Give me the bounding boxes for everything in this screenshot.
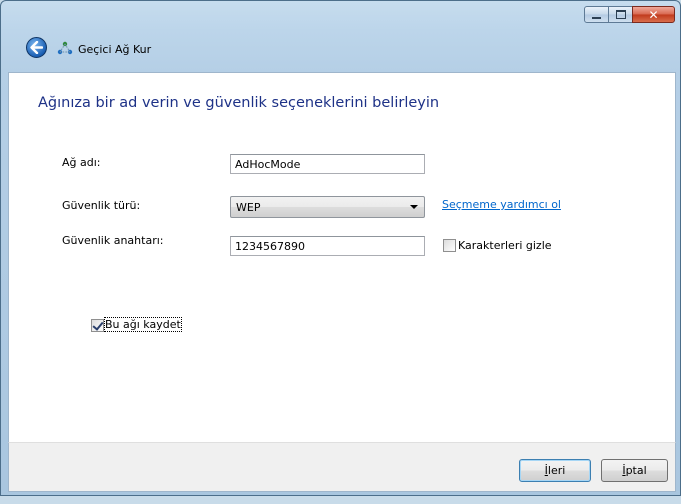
close-icon: ✕ bbox=[648, 7, 659, 22]
security-type-label: Güvenlik türü: bbox=[62, 199, 141, 212]
network-name-label: Ağ adı: bbox=[62, 156, 101, 169]
page-heading: Ağınıza bir ad verin ve güvenlik seçenek… bbox=[38, 95, 440, 111]
hide-characters-checkbox[interactable] bbox=[443, 239, 456, 252]
cancel-button-label: ptal bbox=[625, 464, 647, 477]
minimize-icon bbox=[592, 16, 601, 19]
close-button[interactable]: ✕ bbox=[632, 6, 675, 23]
hide-characters-label: Karakterleri gizle bbox=[458, 239, 552, 252]
wizard-window: ✕ Geçici Ağ Kur Ağınıza bir ad verin ve … bbox=[0, 0, 681, 496]
cancel-button[interactable]: İptal bbox=[601, 459, 668, 482]
chevron-down-icon bbox=[410, 205, 418, 209]
security-key-input[interactable]: 1234567890 bbox=[230, 236, 425, 256]
back-arrow-icon bbox=[30, 41, 43, 54]
wizard-content: Ağınıza bir ad verin ve güvenlik seçenek… bbox=[8, 72, 676, 443]
network-name-input[interactable]: AdHocMode bbox=[230, 154, 425, 174]
help-me-choose-link[interactable]: Seçmeme yardımcı ol bbox=[442, 198, 561, 211]
back-button[interactable] bbox=[26, 37, 47, 58]
security-type-select[interactable]: WEP bbox=[230, 196, 425, 218]
maximize-icon bbox=[615, 10, 626, 19]
save-network-checkbox[interactable] bbox=[91, 319, 104, 332]
maximize-button[interactable] bbox=[608, 6, 633, 23]
next-button-label: leri bbox=[547, 464, 566, 477]
minimize-button[interactable] bbox=[584, 6, 609, 23]
security-key-label: Güvenlik anahtarı: bbox=[62, 234, 164, 247]
wizard-footer: İleri İptal bbox=[8, 442, 676, 492]
security-type-value: WEP bbox=[236, 201, 261, 214]
window-title: Geçici Ağ Kur bbox=[78, 43, 152, 56]
save-network-label: Bu ağı kaydet bbox=[104, 317, 182, 332]
next-button[interactable]: İleri bbox=[519, 459, 591, 482]
adhoc-network-icon bbox=[57, 41, 73, 55]
caption-buttons: ✕ bbox=[584, 6, 675, 23]
